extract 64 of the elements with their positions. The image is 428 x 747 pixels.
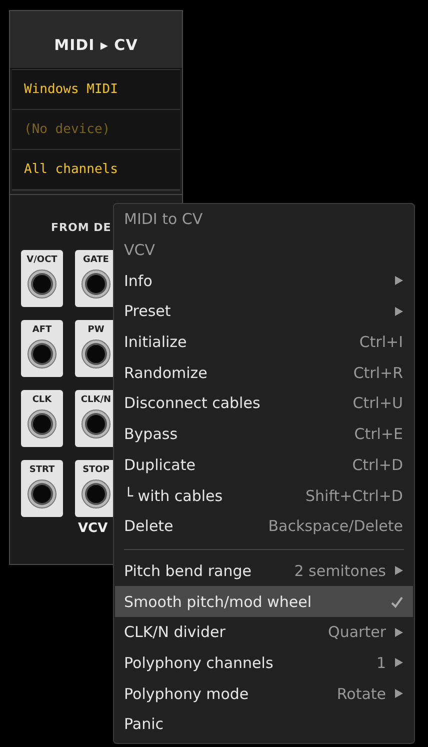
jack-port-icon[interactable] (81, 269, 111, 299)
jack-port-icon[interactable] (81, 409, 111, 439)
menu-item[interactable]: Polyphony channels 1 (114, 648, 414, 678)
menu-item-hint: Ctrl+R (353, 364, 403, 382)
jack-label: GATE (83, 255, 109, 265)
menu-item-label: Smooth pitch/mod wheel (124, 592, 312, 611)
section-label: FROM DE (51, 221, 112, 234)
brand-logo: VCV (78, 521, 108, 536)
menu-item[interactable]: └ with cables Shift+Ctrl+D (114, 480, 414, 511)
menu-item-label: Panic (124, 715, 164, 734)
menu-item-label: Delete (124, 517, 174, 536)
menu-item-label: └ with cables (124, 486, 223, 505)
menu-item-label: Initialize (124, 333, 187, 352)
menu-item-hint: Rotate (336, 684, 386, 703)
module-title: MIDI ▸ CV (54, 34, 138, 54)
menu-header: VCV (123, 240, 156, 262)
menu-item-label: Preset (124, 302, 171, 320)
menu-item-hint: Ctrl+D (352, 456, 403, 474)
jack-label: AFT (32, 325, 52, 335)
menu-item-hint: Backspace/Delete (268, 517, 403, 536)
jack-label: CLK/N (80, 395, 112, 405)
menu-item-label: Bypass (124, 425, 178, 444)
display-row[interactable]: Windows MIDI (12, 69, 180, 109)
menu-item-label: Pitch bend range (124, 562, 252, 580)
jack-port-icon[interactable] (27, 409, 57, 439)
jack-label: STOP (82, 465, 110, 475)
jack-port-icon[interactable] (27, 269, 57, 299)
menu-header: MIDI to CV (123, 209, 204, 230)
menu-item[interactable]: Panic (114, 709, 414, 740)
jack-label: CLK (32, 395, 52, 405)
menu-item-label: Polyphony mode (124, 684, 249, 703)
menu-item-label: Duplicate (124, 456, 196, 474)
jack-label: V/OCT (26, 255, 58, 265)
menu-item-hint: Ctrl+E (354, 425, 403, 444)
menu-item[interactable]: CLK/N divider Quarter (114, 616, 414, 648)
menu-item[interactable]: Preset (114, 296, 414, 327)
menu-item[interactable]: Delete Backspace/Delete (114, 510, 414, 542)
menu-item-label: Disconnect cables (124, 394, 260, 412)
menu-item[interactable]: Smooth pitch/mod wheel (115, 586, 413, 617)
menu-item-label: Info (124, 272, 152, 290)
menu-item-hint: Ctrl+U (352, 394, 403, 412)
jack-label: STRT (29, 465, 55, 475)
menu-item[interactable]: Duplicate Ctrl+D (114, 450, 414, 480)
menu-item[interactable]: Initialize Ctrl+I (114, 326, 414, 358)
jack-port-icon[interactable] (81, 479, 111, 509)
menu-item-hint: 2 semitones (294, 562, 386, 580)
menu-item-label: Polyphony channels (124, 654, 274, 672)
menu-item[interactable]: Info (114, 265, 414, 296)
menu-item[interactable]: Bypass Ctrl+E (114, 418, 414, 450)
jack-port-icon[interactable] (27, 339, 57, 369)
menu-item-label: Randomize (124, 364, 208, 382)
menu-item[interactable]: Polyphony mode Rotate (114, 678, 414, 709)
menu-item-hint: 1 (376, 654, 386, 672)
display-row[interactable]: All channels (12, 149, 180, 189)
jack-port-icon[interactable] (81, 339, 111, 369)
jack-port-icon[interactable] (27, 479, 57, 509)
menu-item-label: CLK/N divider (124, 623, 226, 642)
jack-label: PW (88, 325, 104, 335)
menu-item[interactable]: Randomize Ctrl+R (114, 357, 414, 388)
menu-item[interactable]: Disconnect cables Ctrl+U (114, 388, 414, 419)
menu-item-hint: Ctrl+I (359, 333, 403, 352)
menu-item-hint: Quarter (328, 623, 386, 642)
menu-item-hint: Shift+Ctrl+D (306, 486, 403, 505)
menu-item[interactable]: Pitch bend range 2 semitones (114, 556, 414, 586)
